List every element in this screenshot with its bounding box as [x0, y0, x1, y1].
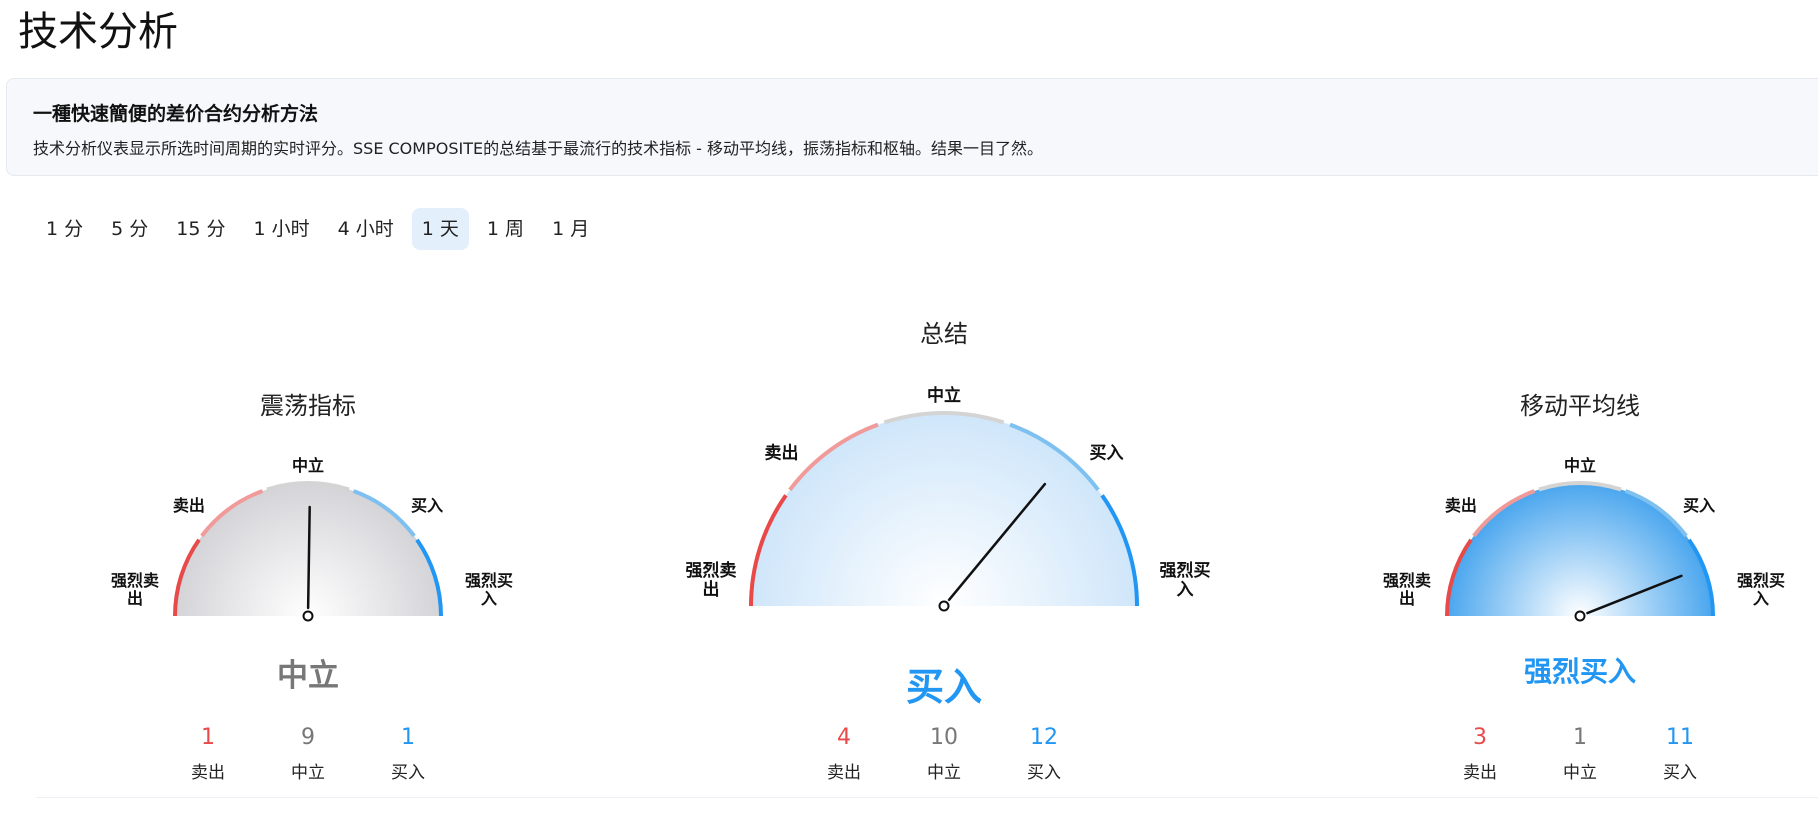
count-buy: 12 买入: [994, 724, 1094, 783]
count-sell-label: 卖出: [1463, 763, 1497, 783]
label-strong-sell: 强烈卖出: [111, 571, 159, 608]
dial-fill: [1447, 483, 1713, 616]
count-neutral-value: 9: [301, 725, 315, 750]
count-sell: 1 卖出: [158, 724, 258, 783]
label-sell: 卖出: [173, 496, 205, 515]
label-strong-buy: 强烈买入: [465, 571, 513, 608]
count-neutral: 10 中立: [894, 724, 994, 783]
label-sell: 卖出: [764, 442, 798, 463]
moving-averages-gauge: 移动平均线 中立 卖出 买入 强烈卖出 强烈买入 强烈买入 3 卖出 1 中立 11 买…: [1360, 380, 1800, 800]
tab-1week[interactable]: 1 周: [477, 208, 534, 250]
tab-1hour[interactable]: 1 小时: [244, 208, 320, 250]
divider: [36, 797, 1818, 798]
summary-verdict: 买入: [905, 665, 982, 709]
count-sell-value: 4: [837, 725, 851, 750]
label-buy: 买入: [411, 496, 443, 515]
count-neutral: 1 中立: [1530, 724, 1630, 783]
label-neutral: 中立: [927, 385, 961, 406]
page-title: 技术分析: [18, 9, 178, 55]
count-neutral-value: 10: [930, 725, 958, 750]
dial-fill: [751, 413, 1137, 606]
label-strong-buy: 强烈买入: [1160, 561, 1211, 600]
tab-1min[interactable]: 1 分: [36, 208, 93, 250]
oscillators-verdict: 中立: [277, 658, 339, 694]
count-buy: 11 买入: [1630, 724, 1730, 783]
moving-averages-verdict: 强烈买入: [1523, 655, 1636, 688]
label-buy: 买入: [1683, 496, 1715, 515]
needle-pivot: [938, 600, 950, 612]
count-buy: 1 买入: [358, 724, 458, 783]
label-buy: 买入: [1090, 443, 1124, 463]
intro-panel: 一種快速簡便的差价合约分析方法 技术分析仪表显示所选时间周期的实时评分。SSE …: [6, 78, 1818, 176]
count-sell: 4 卖出: [794, 724, 894, 783]
label-sell: 卖出: [1445, 496, 1477, 515]
label-neutral: 中立: [292, 456, 324, 475]
summary-title: 总结: [920, 320, 968, 348]
count-neutral-label: 中立: [1563, 763, 1597, 783]
count-sell-value: 1: [201, 725, 215, 750]
oscillators-title: 震荡指标: [260, 392, 356, 420]
tab-15min[interactable]: 15 分: [166, 208, 235, 250]
count-sell-label: 卖出: [191, 763, 225, 783]
count-sell: 3 卖出: [1430, 724, 1530, 783]
needle-pivot: [302, 610, 314, 622]
tab-4hour[interactable]: 4 小时: [328, 208, 404, 250]
needle-pivot: [1574, 610, 1586, 622]
label-neutral: 中立: [1564, 456, 1596, 475]
intro-text: 技术分析仪表显示所选时间周期的实时评分。SSE COMPOSITE的总结基于最流…: [33, 139, 1044, 158]
count-neutral-label: 中立: [291, 763, 325, 783]
label-strong-buy: 强烈买入: [1737, 571, 1785, 608]
intro-heading: 一種快速簡便的差价合约分析方法: [33, 103, 319, 125]
oscillators-counts: 1 卖出 9 中立 1 买入: [88, 724, 528, 783]
label-strong-sell: 强烈卖出: [686, 560, 737, 600]
summary-dial: 中立卖出 买入强烈卖出 强烈买入: [686, 385, 1211, 612]
tab-5min[interactable]: 5 分: [101, 208, 158, 250]
timeframe-tabs: 1 分 5 分 15 分 1 小时 4 小时 1 天 1 周 1 月: [36, 208, 599, 250]
count-buy-label: 买入: [391, 763, 425, 783]
summary-gauge: 总结 中立 卖出 买入 强烈卖出 强烈买入 买入 4 卖出 10 中立 12 买入: [644, 310, 1244, 800]
count-buy-label: 买入: [1027, 763, 1061, 783]
count-sell-label: 卖出: [827, 763, 861, 783]
count-sell-value: 3: [1473, 725, 1487, 750]
count-neutral-value: 1: [1573, 725, 1587, 750]
moving-averages-counts: 3 卖出 1 中立 11 买入: [1360, 724, 1800, 783]
count-buy-value: 11: [1666, 725, 1694, 750]
count-neutral: 9 中立: [258, 724, 358, 783]
moving-averages-title: 移动平均线: [1520, 392, 1640, 420]
count-neutral-label: 中立: [927, 763, 961, 783]
gauge-needle: [306, 505, 311, 610]
tab-1day[interactable]: 1 天: [411, 208, 469, 250]
label-strong-sell: 强烈卖出: [1383, 571, 1431, 608]
tab-1month[interactable]: 1 月: [542, 208, 599, 250]
oscillators-gauge: 震荡指标 中立 卖出 买入 强烈卖出 强烈买入 中立 1 卖出 9 中立 1 买入: [88, 380, 528, 800]
count-buy-value: 12: [1030, 725, 1058, 750]
summary-counts: 4 卖出 10 中立 12 买入: [644, 724, 1244, 783]
count-buy-label: 买入: [1663, 763, 1697, 783]
count-buy-value: 1: [401, 725, 415, 750]
